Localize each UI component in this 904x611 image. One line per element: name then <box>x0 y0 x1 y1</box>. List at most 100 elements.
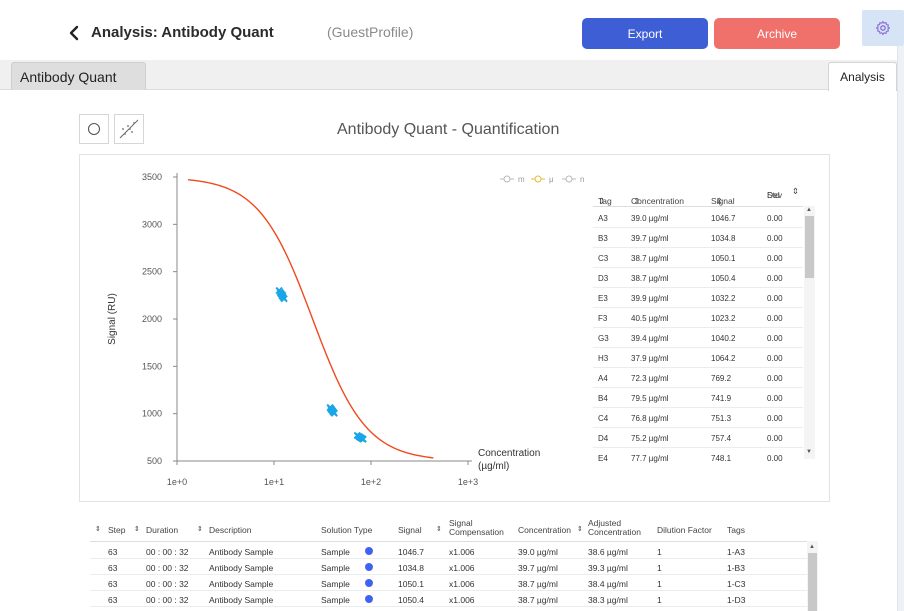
table-cell: 37.9 µg/ml <box>631 354 669 363</box>
scroll-up-icon[interactable]: ▲ <box>806 207 812 213</box>
legend-label: n <box>580 175 584 184</box>
sample-table-header: Tag ⇕ Concentration ⇕ Signal ⇕ Std Dev ⇕ <box>593 176 803 207</box>
table-cell: x1.006 <box>449 563 475 573</box>
sort-icon[interactable]: ⇕ <box>436 525 442 533</box>
table-cell: Antibody Sample <box>209 579 274 589</box>
header-signal[interactable]: Signal ⇕ <box>711 186 735 206</box>
table-cell: 39.0 µg/ml <box>518 547 558 557</box>
table-cell: C4 <box>598 414 609 423</box>
table-cell: 00 : 00 : 32 <box>146 579 189 589</box>
header-tags[interactable]: Tags <box>727 525 745 535</box>
table-cell: x1.006 <box>449 547 475 557</box>
legend-label: m <box>518 175 525 184</box>
settings-button[interactable] <box>862 10 904 46</box>
table-row[interactable]: H3 37.9 µg/ml 1064.2 0.00 <box>593 348 803 368</box>
table-row[interactable]: G3 39.4 µg/ml 1040.2 0.00 <box>593 328 803 348</box>
table-cell: A4 <box>598 374 608 383</box>
table-row[interactable]: 63 00 : 00 : 32 Antibody Sample Sample 1050.… <box>90 575 807 591</box>
table-cell: 38.7 µg/ml <box>631 254 669 263</box>
table-cell: 1023.2 <box>711 314 736 323</box>
table-cell: 1-B3 <box>727 563 745 573</box>
table-cell: 00 : 00 : 32 <box>146 547 189 557</box>
table-cell: 00 : 00 : 32 <box>146 563 189 573</box>
table-cell: 1-C3 <box>727 579 746 589</box>
table-row[interactable]: E3 39.9 µg/ml 1032.2 0.00 <box>593 288 803 308</box>
header-solution-type[interactable]: Solution Type <box>321 525 372 535</box>
table-cell: 39.9 µg/ml <box>631 294 669 303</box>
sort-icon[interactable]: ⇕ <box>134 525 140 533</box>
table-row[interactable]: 63 00 : 00 : 32 Antibody Sample Sample 1050.… <box>90 591 807 607</box>
table-cell: Sample <box>321 579 350 589</box>
header-concentration[interactable]: Concentration <box>518 525 571 535</box>
table-row[interactable]: C3 38.7 µg/ml 1050.1 0.00 <box>593 248 803 268</box>
table-cell: 0.00 <box>767 274 783 283</box>
y-tick-label: 1500 <box>142 361 162 371</box>
circle-select-tool[interactable] <box>79 114 109 144</box>
table-cell: 0.00 <box>767 314 783 323</box>
table-cell: 1046.7 <box>398 547 424 557</box>
table-cell: 0.00 <box>767 294 783 303</box>
x-tick-label: 1e+0 <box>167 477 187 487</box>
table-cell: 1032.2 <box>711 294 736 303</box>
sort-icon[interactable]: ⇕ <box>197 525 203 533</box>
y-tick-label: 3000 <box>142 219 162 229</box>
steps-table-scroll-thumb[interactable] <box>808 553 817 611</box>
table-cell: 79.5 µg/ml <box>631 394 669 403</box>
table-cell: x1.006 <box>449 579 475 589</box>
curve-fit-tool[interactable] <box>114 114 144 144</box>
sort-icon[interactable]: ⇕ <box>577 525 583 533</box>
sample-status-dot <box>365 595 373 603</box>
header-dilution-factor[interactable]: Dilution Factor <box>657 525 712 535</box>
sort-icon[interactable]: ⇕ <box>95 525 101 533</box>
table-cell: Sample <box>321 595 350 605</box>
table-cell: x1.006 <box>449 595 475 605</box>
table-cell: 1050.4 <box>711 274 736 283</box>
table-cell: 751.3 <box>711 414 732 423</box>
table-cell: 38.3 µg/ml <box>588 595 628 605</box>
table-row[interactable]: B4 79.5 µg/ml 741.9 0.00 <box>593 388 803 408</box>
tab-analysis[interactable]: Analysis <box>828 62 897 91</box>
y-axis-label: Signal (RU) <box>107 293 118 345</box>
x-axis-label: Concentration <box>478 448 540 459</box>
right-rail <box>897 46 904 611</box>
table-cell: 77.7 µg/ml <box>631 454 669 463</box>
archive-button[interactable]: Archive <box>714 18 840 49</box>
header-step[interactable]: Step <box>108 525 126 535</box>
scroll-up-icon[interactable]: ▲ <box>809 544 815 550</box>
header-concentration[interactable]: Concentration ⇕ <box>631 186 684 206</box>
table-cell: 40.5 µg/ml <box>631 314 669 323</box>
table-cell: F3 <box>598 314 608 323</box>
table-row[interactable]: C4 76.8 µg/ml 751.3 0.00 <box>593 408 803 428</box>
table-row[interactable]: F3 40.5 µg/ml 1023.2 0.00 <box>593 308 803 328</box>
chart-title: Antibody Quant - Quantification <box>337 121 560 138</box>
table-cell: Antibody Sample <box>209 547 274 557</box>
table-cell: 757.4 <box>711 434 732 443</box>
table-cell: 0.00 <box>767 414 783 423</box>
std-dev-sort-icon[interactable]: ⇕ <box>792 186 799 197</box>
sample-table-scroll-thumb[interactable] <box>805 216 814 278</box>
table-cell: 1 <box>657 595 662 605</box>
header-duration[interactable]: Duration <box>146 525 178 535</box>
header-description[interactable]: Description <box>209 525 252 535</box>
export-button[interactable]: Export <box>582 18 708 49</box>
header-signal[interactable]: Signal <box>398 525 422 535</box>
table-row[interactable]: E4 77.7 µg/ml 748.1 0.00 <box>593 448 803 463</box>
table-row[interactable]: 63 00 : 00 : 32 Antibody Sample Sample 1034.… <box>90 559 807 575</box>
table-row[interactable]: A3 39.0 µg/ml 1046.7 0.00 <box>593 208 803 228</box>
table-row[interactable]: D3 38.7 µg/ml 1050.4 0.00 <box>593 268 803 288</box>
tab-antibody-quant[interactable]: Antibody Quant <box>11 62 146 90</box>
back-arrow-icon[interactable] <box>66 23 82 43</box>
table-row[interactable]: D4 75.2 µg/ml 757.4 0.00 <box>593 428 803 448</box>
steps-table-header: ⇕ Step ⇕ Duration ⇕ Description Solution… <box>90 517 807 542</box>
table-row[interactable]: B3 39.7 µg/ml 1034.8 0.00 <box>593 228 803 248</box>
table-cell: 1064.2 <box>711 354 736 363</box>
page-title: Analysis: Antibody Quant <box>91 24 274 41</box>
table-cell: 0.00 <box>767 374 783 383</box>
scroll-down-icon[interactable]: ▼ <box>806 449 812 455</box>
table-cell: 63 <box>108 563 118 573</box>
table-cell: 1050.1 <box>398 579 424 589</box>
table-row[interactable]: A4 72.3 µg/ml 769.2 0.00 <box>593 368 803 388</box>
profile-label: (GuestProfile) <box>327 24 414 40</box>
table-row[interactable]: 63 00 : 00 : 32 Antibody Sample Sample 1046.… <box>90 543 807 559</box>
table-cell: G3 <box>598 334 609 343</box>
